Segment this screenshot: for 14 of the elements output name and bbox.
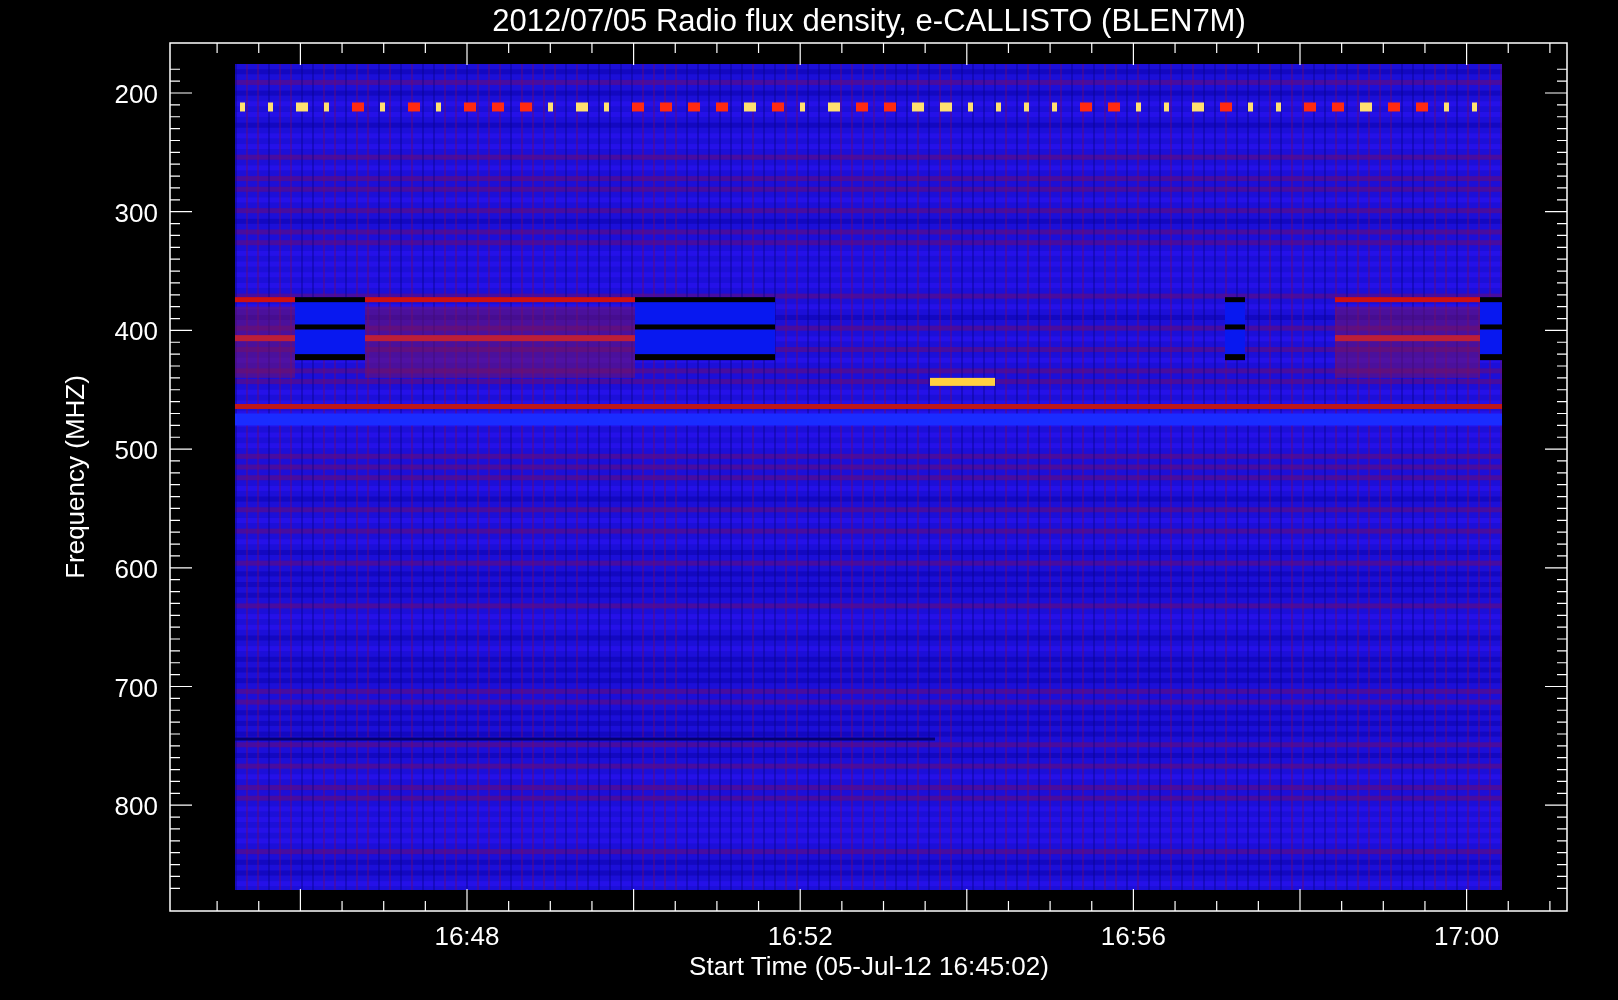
x-tick-label: 16:48 — [434, 921, 500, 951]
chart-title: 2012/07/05 Radio flux density, e-CALLISTO (BLEN7M) — [492, 3, 1246, 38]
x-tick-label: 17:00 — [1434, 921, 1500, 951]
y-tick-label: 300 — [114, 197, 158, 228]
y-tick-label: 600 — [114, 553, 158, 584]
y-tick-label: 700 — [114, 672, 158, 703]
y-axis-label: Frequency (MHZ) — [60, 375, 90, 579]
y-tick-label: 500 — [114, 435, 158, 466]
y-tick-label: 200 — [114, 79, 158, 109]
y-tick-label: 800 — [114, 791, 158, 822]
x-axis-label: Start Time (05-Jul-12 16:45:02) — [689, 951, 1049, 981]
y-tick-label: 400 — [114, 316, 158, 347]
x-tick-label: 16:52 — [767, 921, 833, 951]
x-tick-label: 16:56 — [1100, 921, 1166, 951]
